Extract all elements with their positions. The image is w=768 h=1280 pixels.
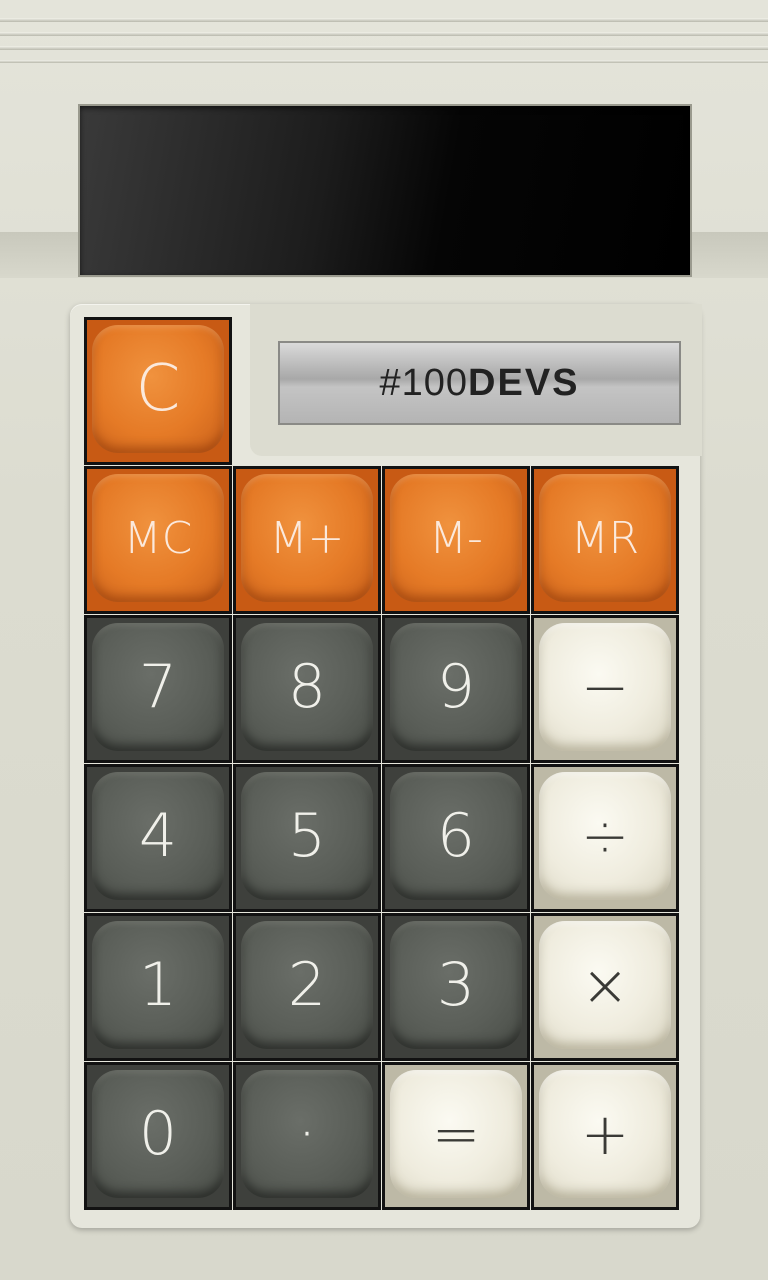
digit-9-button[interactable]: 9 [382, 615, 530, 763]
key-label: 1 [92, 921, 224, 1049]
key-label: ÷ [539, 772, 671, 900]
multiply-button[interactable]: × [531, 913, 679, 1061]
key-label: 6 [390, 772, 522, 900]
key-label: M+ [241, 474, 373, 602]
top-ridge [0, 18, 768, 22]
equals-button[interactable]: = [382, 1062, 530, 1210]
memory-recall-button[interactable]: MR [531, 466, 679, 614]
key-label: MC [92, 474, 224, 602]
divide-button[interactable]: ÷ [531, 764, 679, 912]
key-label: C [92, 325, 224, 453]
key-label: 4 [92, 772, 224, 900]
digit-4-button[interactable]: 4 [84, 764, 232, 912]
key-label: 9 [390, 623, 522, 751]
digit-0-button[interactable]: 0 [84, 1062, 232, 1210]
key-label: · [241, 1070, 373, 1198]
digit-7-button[interactable]: 7 [84, 615, 232, 763]
digit-8-button[interactable]: 8 [233, 615, 381, 763]
digit-3-button[interactable]: 3 [382, 913, 530, 1061]
brand-name: DEVS [468, 361, 580, 404]
key-label: 3 [390, 921, 522, 1049]
top-ridge [0, 32, 768, 36]
add-button[interactable]: + [531, 1062, 679, 1210]
key-label: 8 [241, 623, 373, 751]
calculator-body: #100 DEVS C MC M+ M- MR 7 8 9 − 4 5 6 ÷ 1 [0, 0, 768, 1280]
key-label: 7 [92, 623, 224, 751]
key-label: MR [539, 474, 671, 602]
key-label: 2 [241, 921, 373, 1049]
brand-plate: #100 DEVS [278, 341, 681, 425]
digit-1-button[interactable]: 1 [84, 913, 232, 1061]
memory-clear-button[interactable]: MC [84, 466, 232, 614]
key-label: + [539, 1070, 671, 1198]
clear-button[interactable]: C [84, 317, 232, 465]
digit-5-button[interactable]: 5 [233, 764, 381, 912]
key-label: × [539, 921, 671, 1049]
digit-2-button[interactable]: 2 [233, 913, 381, 1061]
display-screen [78, 104, 692, 277]
key-label: − [539, 623, 671, 751]
top-ridge [0, 60, 768, 63]
brand-prefix: #100 [379, 361, 469, 404]
subtract-button[interactable]: − [531, 615, 679, 763]
top-ridge [0, 46, 768, 50]
memory-add-button[interactable]: M+ [233, 466, 381, 614]
key-label: = [390, 1070, 522, 1198]
key-label: M- [390, 474, 522, 602]
key-label: 5 [241, 772, 373, 900]
key-label: 0 [92, 1070, 224, 1198]
memory-subtract-button[interactable]: M- [382, 466, 530, 614]
digit-6-button[interactable]: 6 [382, 764, 530, 912]
decimal-button[interactable]: · [233, 1062, 381, 1210]
